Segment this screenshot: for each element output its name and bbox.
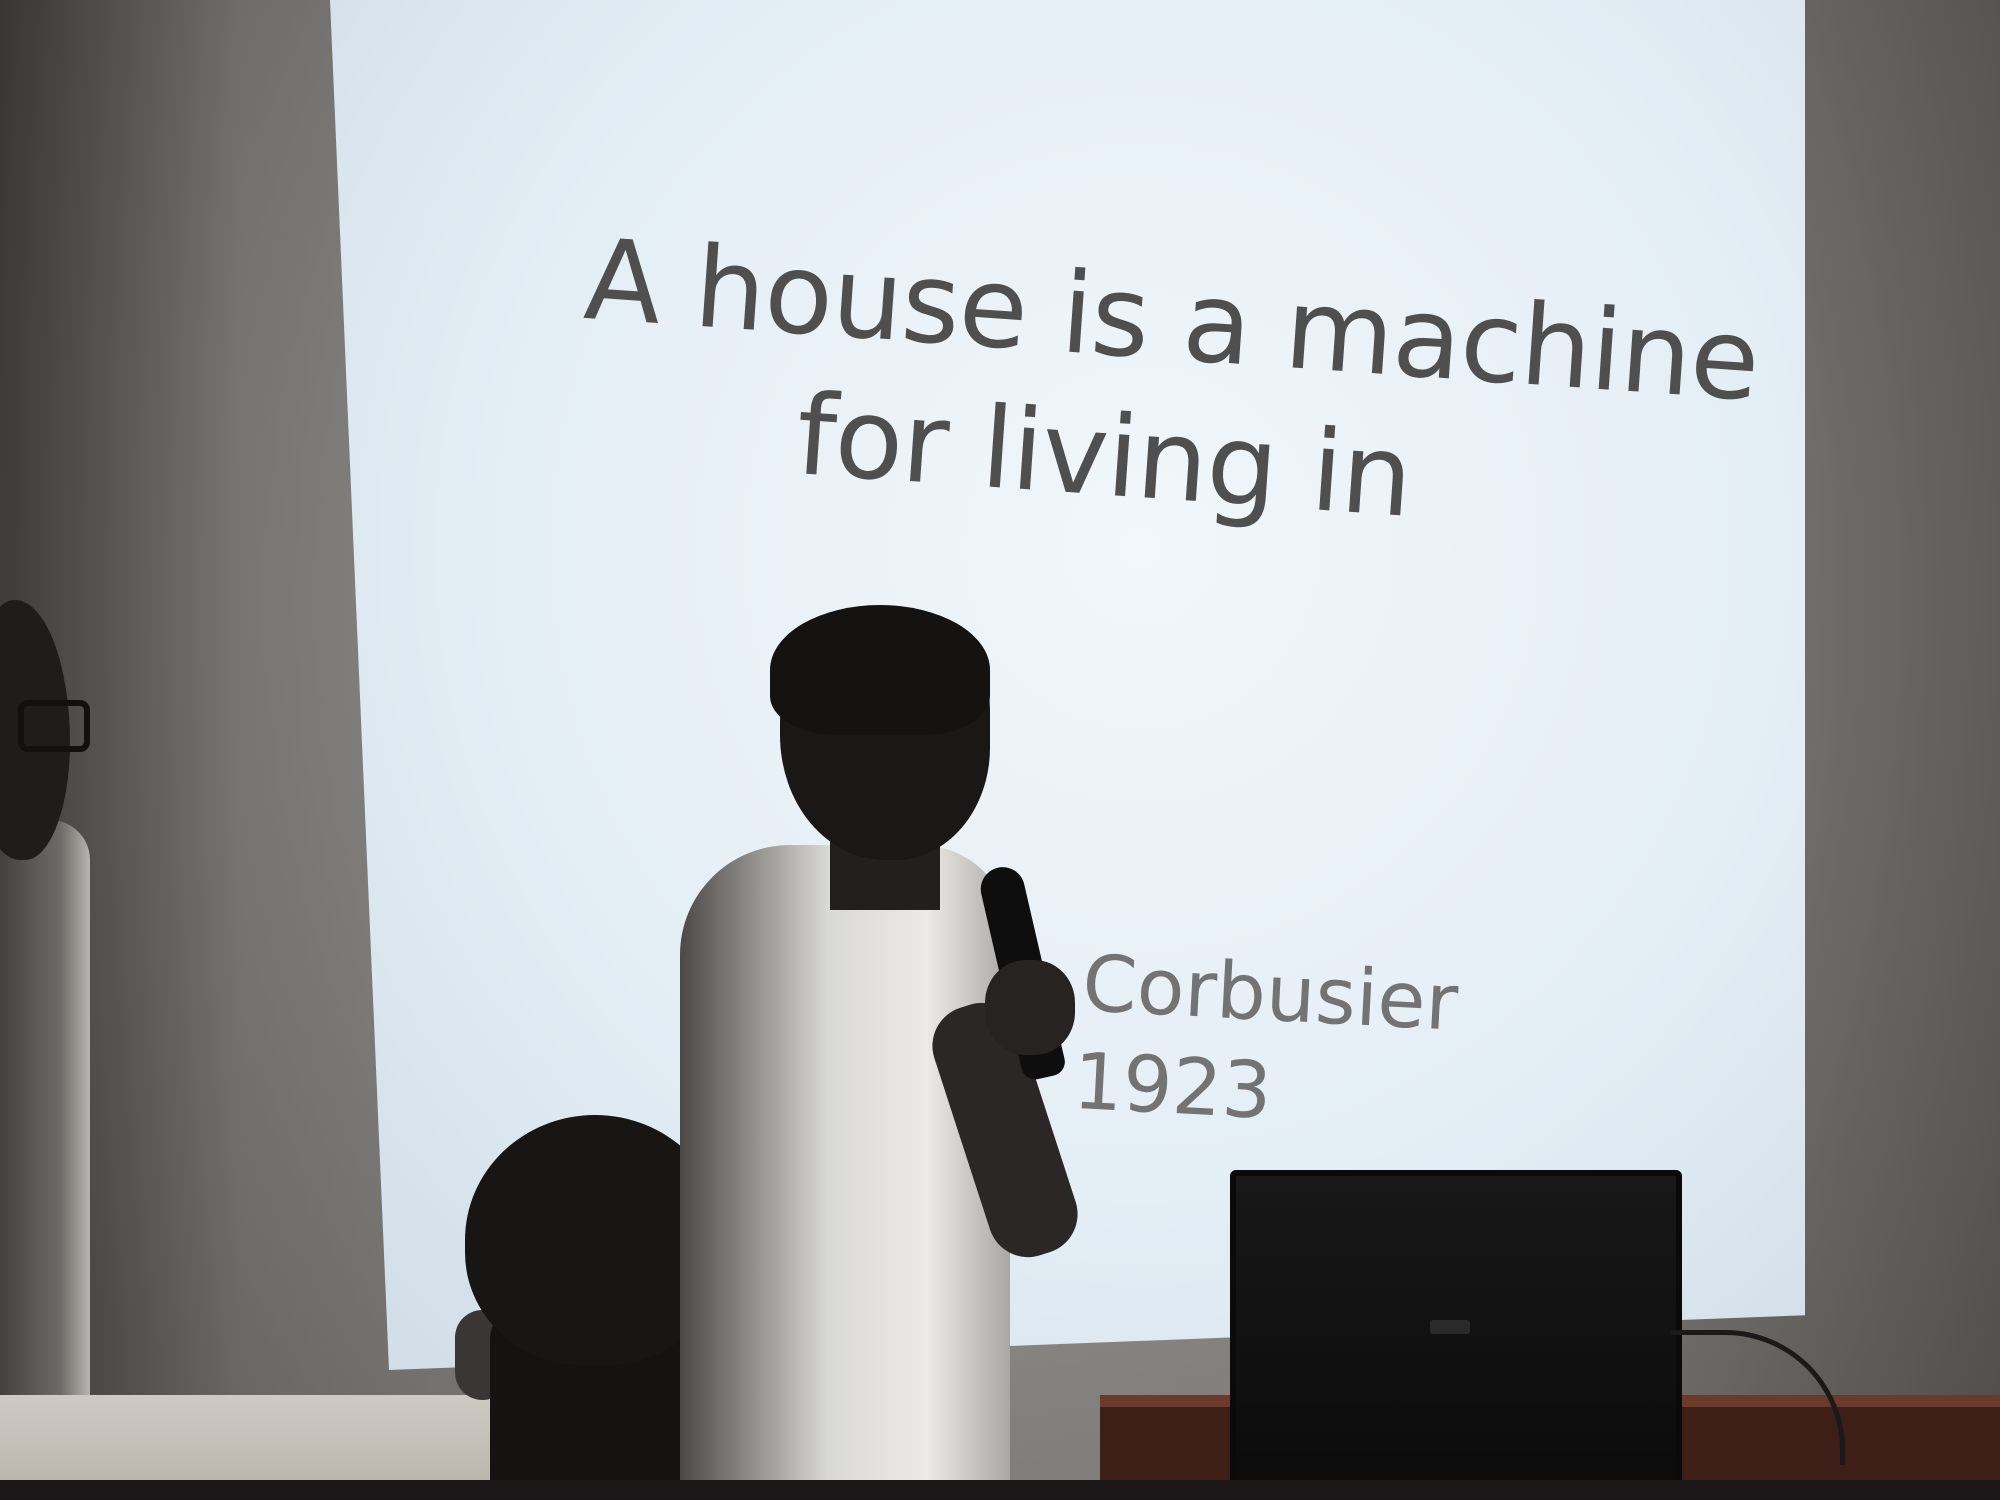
eyeglasses <box>18 700 90 752</box>
presenter-hand <box>985 960 1075 1055</box>
floor <box>0 1480 2000 1500</box>
presenter-torso <box>680 845 1010 1500</box>
photo-scene: A house is a machine for living in Le Co… <box>0 0 2000 1500</box>
laptop-logo-icon <box>1430 1320 1470 1334</box>
presenter-hair <box>770 605 990 735</box>
